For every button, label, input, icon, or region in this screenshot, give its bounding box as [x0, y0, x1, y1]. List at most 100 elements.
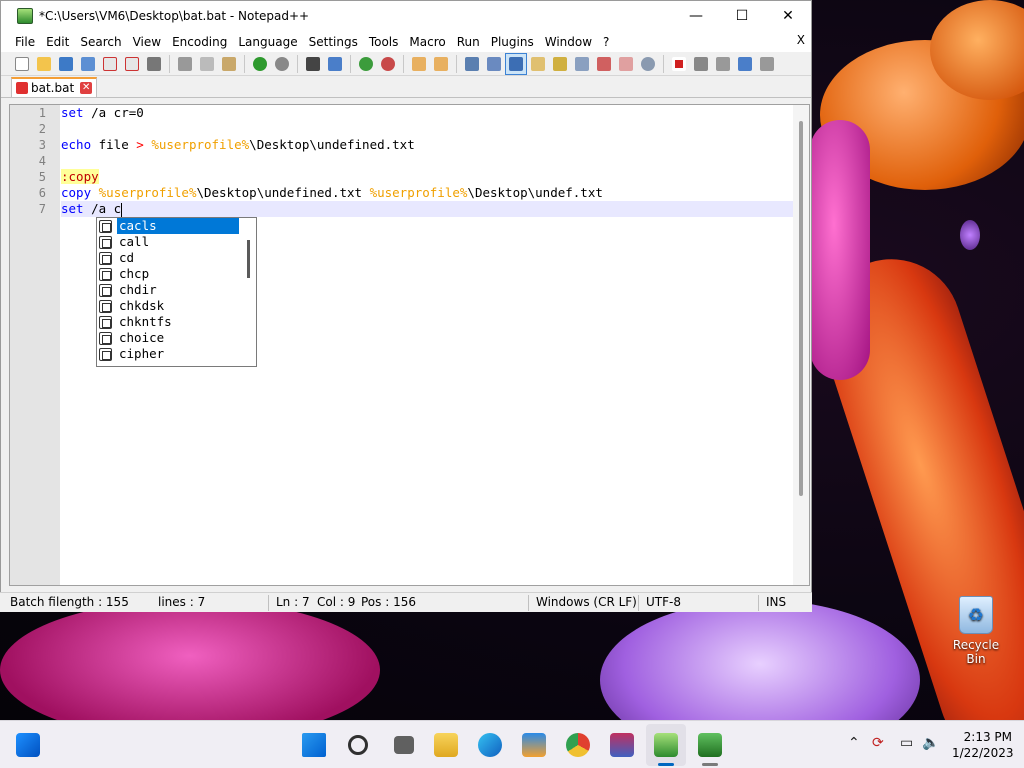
sync-vertical-button[interactable] [408, 53, 430, 75]
widgets-icon [16, 733, 40, 757]
autocomplete-item[interactable]: call [97, 234, 256, 250]
indent-guide-button[interactable] [505, 52, 527, 75]
tab-bat-bat[interactable]: bat.bat ✕ [11, 77, 98, 97]
menu-encoding[interactable]: Encoding [167, 35, 232, 49]
code-line[interactable]: 7 set /a c [39, 201, 793, 217]
find-button[interactable] [302, 53, 324, 75]
network-icon[interactable]: ▭ [900, 735, 913, 751]
menu-settings[interactable]: Settings [304, 35, 363, 49]
record-macro-button[interactable] [668, 53, 690, 75]
show-hidden-icons-chevron-icon[interactable]: ⌃ [848, 735, 860, 751]
menu-help[interactable]: ? [598, 35, 614, 49]
function-list-button[interactable] [593, 53, 615, 75]
code-line[interactable]: 4 [39, 153, 793, 169]
menu-macro[interactable]: Macro [404, 35, 450, 49]
autocomplete-item[interactable]: cipher [97, 346, 256, 362]
new-file-button[interactable] [11, 53, 33, 75]
code-line[interactable]: 2 [39, 121, 793, 137]
autocomplete-item[interactable]: chdir [97, 282, 256, 298]
record-icon [672, 56, 686, 71]
code-line[interactable]: 6 copy %userprofile%\Desktop\undefined.tx… [39, 185, 793, 201]
undo-icon [253, 56, 267, 71]
chrome-button[interactable] [564, 731, 592, 759]
app-taskbar-button[interactable] [696, 731, 724, 759]
vertical-scrollbar[interactable] [793, 105, 809, 585]
autocomplete-item[interactable]: cacls [97, 218, 256, 234]
recycle-bin[interactable]: ♻ Recycle Bin [944, 596, 1008, 666]
zoom-out-button[interactable] [377, 53, 399, 75]
play-macro-button[interactable] [712, 53, 734, 75]
sync-horizontal-button[interactable] [430, 53, 452, 75]
search-button[interactable] [344, 731, 372, 759]
copy-button[interactable] [196, 53, 218, 75]
widgets-button[interactable] [14, 731, 42, 759]
scrollbar-thumb[interactable] [799, 121, 803, 496]
file-explorer-button[interactable] [432, 731, 460, 759]
network-warning-icon[interactable]: ⟳ [872, 735, 884, 751]
show-all-characters-button[interactable] [483, 53, 505, 75]
tab-close-icon[interactable]: ✕ [80, 82, 93, 94]
edge-button[interactable] [476, 731, 504, 759]
menu-view[interactable]: View [128, 35, 166, 49]
minimize-button[interactable]: — [673, 1, 719, 31]
document-close-button[interactable]: X [797, 33, 805, 47]
recycle-bin-label: Recycle Bin [952, 638, 1000, 666]
code-line[interactable]: 3 echo file > %userprofile%\Desktop\undef… [39, 137, 793, 153]
maximize-button[interactable]: ☐ [719, 1, 765, 31]
cut-button[interactable] [174, 53, 196, 75]
autocomplete-scrollbar[interactable] [247, 240, 250, 278]
winrar-button[interactable] [608, 731, 636, 759]
code-line[interactable]: 1 set /a cr=0 [39, 105, 793, 121]
save-all-button[interactable] [77, 53, 99, 75]
menu-tools[interactable]: Tools [364, 35, 404, 49]
notepadpp-taskbar-button[interactable] [652, 731, 680, 759]
word-wrap-button[interactable] [461, 53, 483, 75]
document-list-button[interactable] [571, 53, 593, 75]
close-button[interactable]: ✕ [765, 1, 811, 31]
autocomplete-item[interactable]: cd [97, 250, 256, 266]
menu-edit[interactable]: Edit [41, 35, 74, 49]
monitoring-button[interactable] [637, 53, 659, 75]
paste-button[interactable] [218, 53, 240, 75]
undo-button[interactable] [249, 53, 271, 75]
menu-search[interactable]: Search [75, 35, 126, 49]
menu-plugins[interactable]: Plugins [486, 35, 539, 49]
autocomplete-item[interactable]: choice [97, 330, 256, 346]
save-button[interactable] [55, 53, 77, 75]
task-view-button[interactable] [390, 731, 418, 759]
menu-language[interactable]: Language [233, 35, 302, 49]
document-map-button[interactable] [549, 53, 571, 75]
system-clock[interactable]: 2:13 PM 1/22/2023 [952, 729, 1014, 761]
autocomplete-item[interactable]: chkntfs [97, 314, 256, 330]
close-all-button[interactable] [121, 53, 143, 75]
menu-window[interactable]: Window [540, 35, 597, 49]
code-line[interactable]: 5:copy [39, 169, 793, 185]
save-macro-button[interactable] [756, 53, 778, 75]
status-eol-format[interactable]: Windows (CR LF) [536, 595, 637, 609]
stop-macro-button[interactable] [690, 53, 712, 75]
folder-icon [434, 733, 458, 757]
status-encoding[interactable]: UTF-8 [646, 595, 681, 609]
line-number: 5 [38, 170, 46, 184]
title-bar[interactable]: *C:\Users\VM6\Desktop\bat.bat - Notepad+… [1, 1, 811, 31]
menu-file[interactable]: File [10, 35, 40, 49]
store-button[interactable] [520, 731, 548, 759]
user-defined-language-button[interactable] [527, 53, 549, 75]
redo-button[interactable] [271, 53, 293, 75]
autocomplete-item-label: choice [119, 330, 165, 345]
zoom-in-button[interactable] [355, 53, 377, 75]
volume-icon[interactable]: 🔈 [922, 735, 939, 751]
menu-run[interactable]: Run [452, 35, 485, 49]
status-insert-mode[interactable]: INS [766, 595, 786, 609]
open-file-button[interactable] [33, 53, 55, 75]
print-button[interactable] [143, 53, 165, 75]
stop-icon [694, 56, 708, 71]
close-file-button[interactable] [99, 53, 121, 75]
autocomplete-item-label: chcp [119, 266, 150, 281]
autocomplete-item[interactable]: chkdsk [97, 298, 256, 314]
autocomplete-item[interactable]: chcp [97, 266, 256, 282]
replace-button[interactable] [324, 53, 346, 75]
run-macro-multiple-button[interactable] [734, 53, 756, 75]
folder-as-workspace-button[interactable] [615, 53, 637, 75]
start-button[interactable] [300, 731, 328, 759]
